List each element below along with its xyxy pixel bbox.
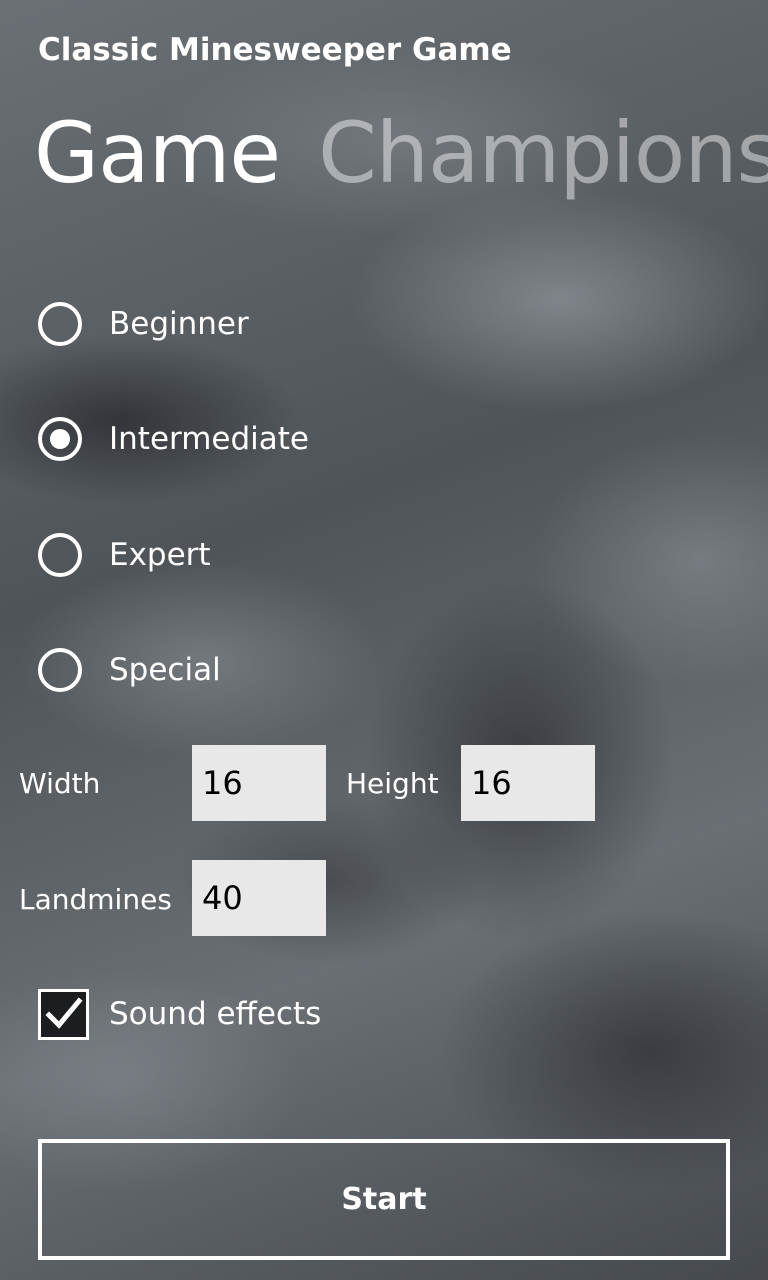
- radio-expert[interactable]: Expert: [38, 530, 211, 580]
- radio-beginner[interactable]: Beginner: [38, 299, 249, 349]
- sound-effects-label: Sound effects: [109, 996, 322, 1032]
- radio-label-expert: Expert: [109, 537, 211, 573]
- landmines-input[interactable]: [192, 860, 326, 936]
- radio-intermediate[interactable]: Intermediate: [38, 414, 309, 464]
- app-title: Classic Minesweeper Game: [38, 32, 512, 68]
- radio-label-intermediate: Intermediate: [109, 421, 310, 457]
- pivot-header-champions[interactable]: Champions: [318, 88, 768, 218]
- radio-button-icon[interactable]: [38, 648, 82, 692]
- width-label: Width: [19, 767, 101, 800]
- radio-label-special: Special: [109, 652, 221, 688]
- start-button[interactable]: Start: [38, 1139, 730, 1260]
- radio-label-beginner: Beginner: [109, 306, 249, 342]
- width-input[interactable]: [192, 745, 326, 821]
- checkmark-icon: [44, 997, 83, 1029]
- radio-button-icon[interactable]: [38, 302, 82, 346]
- pivot-headers: Game Champions: [34, 88, 768, 218]
- landmines-label: Landmines: [19, 883, 172, 916]
- checkbox-box[interactable]: [38, 988, 89, 1040]
- radio-button-icon[interactable]: [38, 533, 82, 577]
- pivot-header-game[interactable]: Game: [34, 88, 281, 218]
- height-label: Height: [346, 767, 439, 800]
- sound-effects-checkbox[interactable]: Sound effects: [38, 988, 321, 1040]
- radio-special[interactable]: Special: [38, 645, 221, 695]
- height-input[interactable]: [461, 745, 595, 821]
- radio-button-icon[interactable]: [38, 417, 82, 461]
